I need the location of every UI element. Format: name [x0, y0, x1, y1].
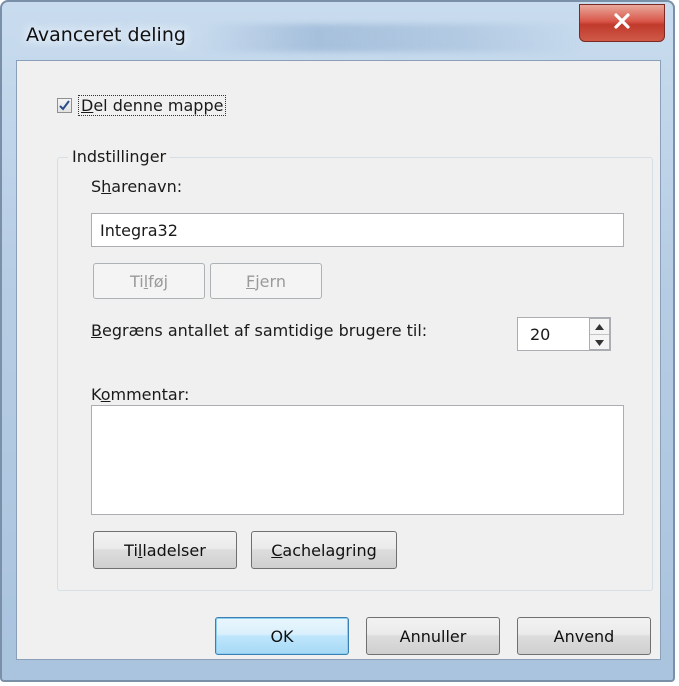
apply-button[interactable]: Anvend	[517, 617, 651, 655]
checkmark-icon	[59, 100, 70, 111]
share-name-input[interactable]: Integra32	[91, 213, 624, 247]
titlebar-glass	[202, 24, 582, 52]
caching-button[interactable]: Cachelagring	[251, 531, 397, 569]
spin-down-button[interactable]	[590, 335, 609, 351]
window-title: Avanceret deling	[26, 24, 186, 46]
remove-button[interactable]: Fjern	[210, 263, 322, 299]
settings-group-title: Indstillinger	[68, 147, 171, 166]
arrow-up-icon	[595, 323, 604, 330]
comment-textarea[interactable]	[91, 405, 624, 515]
spin-up-button[interactable]	[590, 319, 609, 335]
ok-button[interactable]: OK	[215, 617, 349, 655]
dialog-content: Del denne mappe Indstillinger Sharenavn:…	[16, 60, 661, 660]
arrow-down-icon	[595, 340, 604, 346]
share-folder-label: Del denne mappe	[78, 95, 227, 116]
share-name-label: Sharenavn:	[91, 177, 183, 196]
share-folder-checkbox[interactable]	[57, 98, 72, 113]
comment-label: Kommentar:	[91, 385, 190, 404]
title-bar[interactable]: Avanceret deling	[2, 2, 673, 60]
user-limit-spinner[interactable]	[589, 318, 610, 350]
permissions-button[interactable]: Ti l ladelser	[93, 531, 237, 569]
add-button[interactable]: Ti l føj	[93, 263, 205, 299]
dialog-window: Avanceret deling Del denne mappe Indstil…	[0, 0, 675, 682]
user-limit-label: Begræns antallet af samtidige brugere ti…	[91, 321, 428, 340]
close-button[interactable]	[579, 4, 665, 42]
cancel-button[interactable]: Annuller	[366, 617, 500, 655]
close-icon	[612, 12, 632, 34]
share-folder-checkbox-row[interactable]: Del denne mappe	[57, 95, 227, 116]
